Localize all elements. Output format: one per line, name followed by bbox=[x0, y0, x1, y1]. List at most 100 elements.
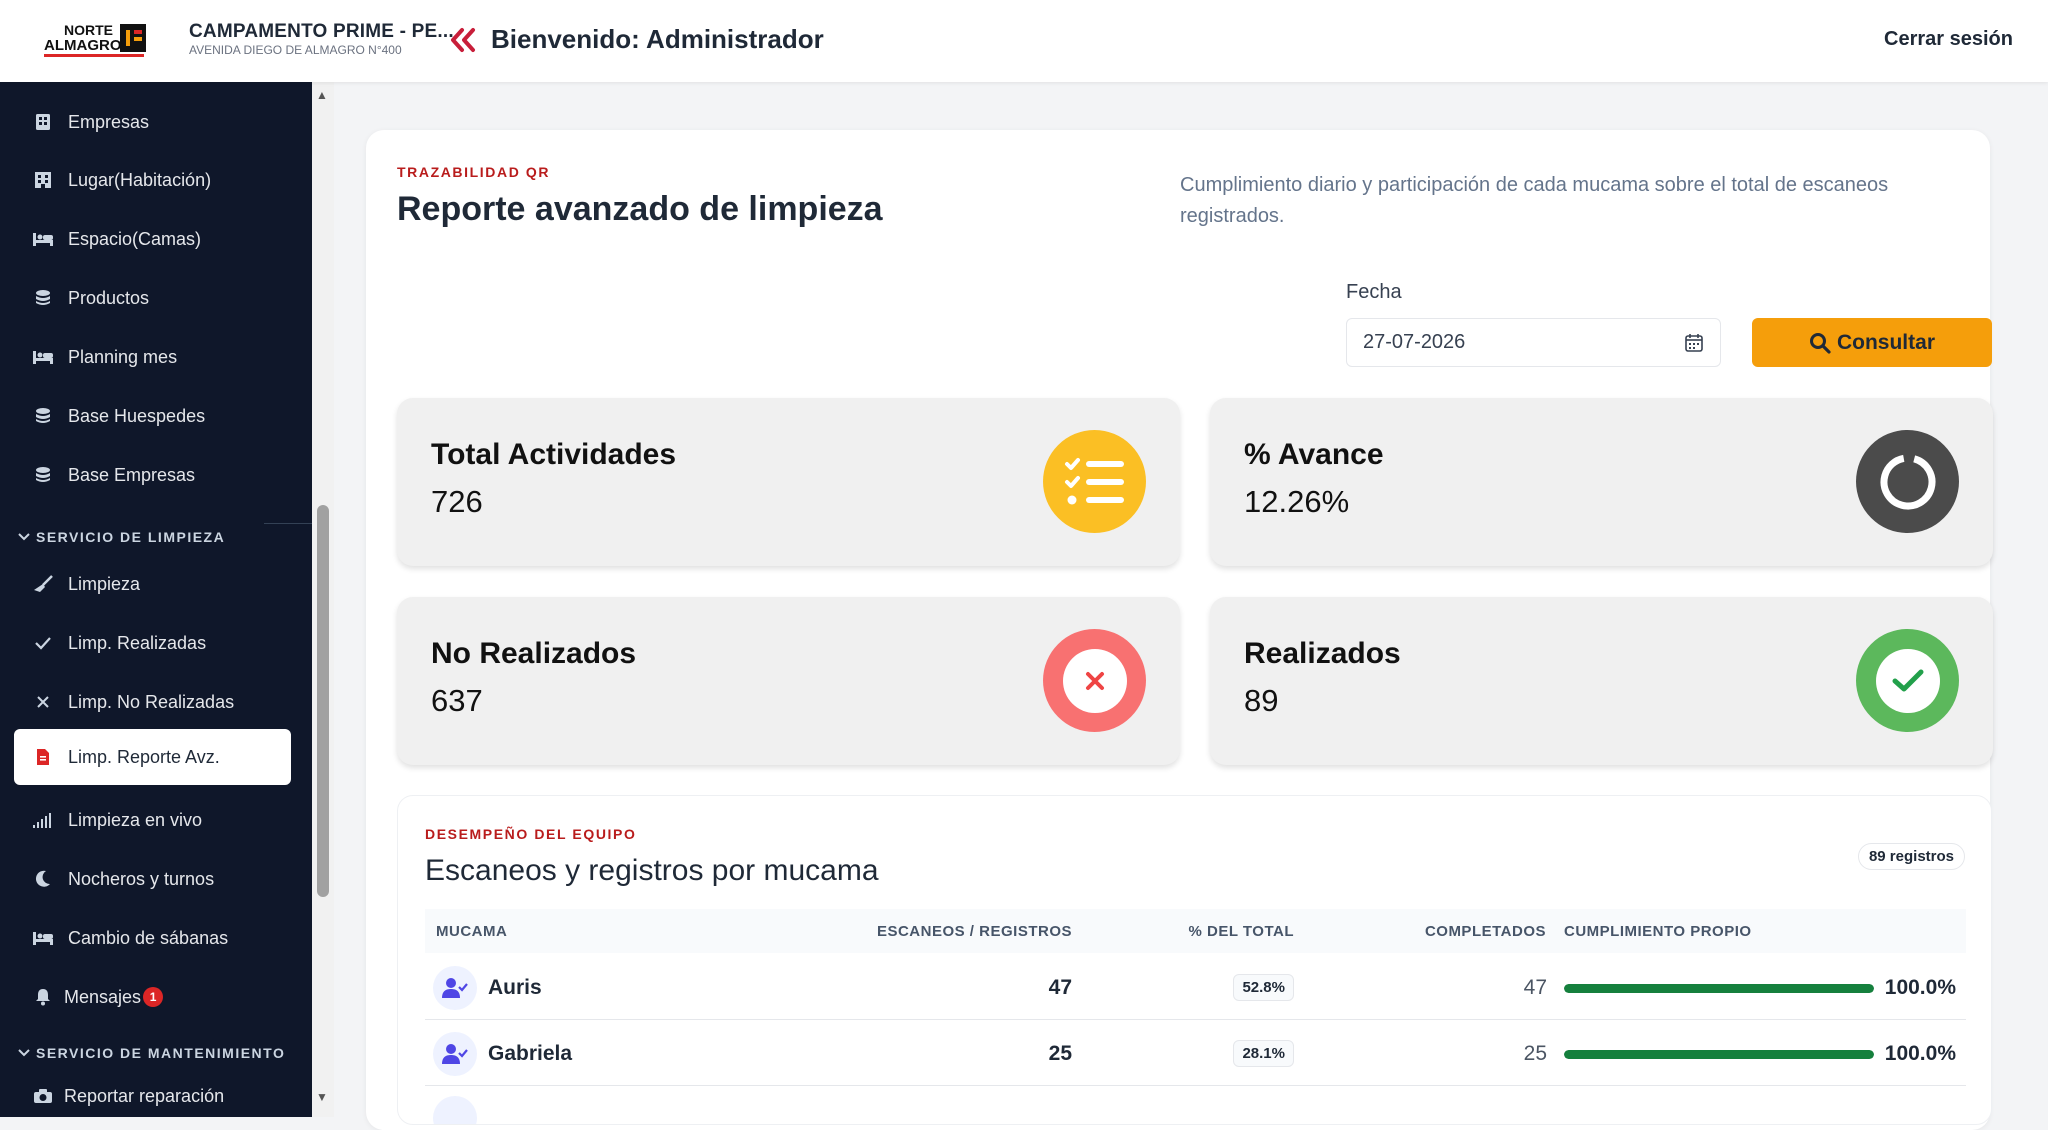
compliance-bar-fill bbox=[1564, 984, 1874, 993]
notification-badge: 1 bbox=[143, 987, 164, 1007]
sidebar-item-label: Espacio(Camas) bbox=[68, 228, 202, 249]
svg-text:ALMAGRO: ALMAGRO bbox=[44, 37, 122, 54]
moon-icon bbox=[30, 866, 56, 892]
company-logo: NORTE ALMAGRO bbox=[44, 22, 146, 57]
compliance-bar-fill bbox=[1564, 1050, 1874, 1059]
date-value: 27-07-2026 bbox=[1363, 331, 1466, 353]
section-label: SERVICIO DE MANTENIMIENTO bbox=[36, 1045, 286, 1061]
building-icon bbox=[30, 109, 56, 135]
stat-value: 637 bbox=[431, 683, 483, 718]
calendar-icon[interactable] bbox=[1684, 333, 1704, 353]
stat-no-realizados: No Realizados 637 bbox=[397, 597, 1180, 765]
compliance-bar bbox=[1564, 1050, 1874, 1059]
search-icon bbox=[1809, 332, 1831, 354]
hotel-icon bbox=[30, 167, 56, 193]
sidebar-item-empresas[interactable]: Empresas bbox=[14, 95, 291, 149]
sidebar-item-mensajes[interactable]: Mensajes 1 bbox=[14, 970, 291, 1024]
stat-value: 726 bbox=[431, 484, 483, 519]
sidebar-item-productos[interactable]: Productos bbox=[14, 271, 291, 325]
team-title: Escaneos y registros por mucama bbox=[425, 854, 879, 887]
report-eyebrow: TRAZABILIDAD QR bbox=[397, 164, 551, 180]
chevron-down-icon bbox=[18, 533, 30, 541]
sidebar-item-label: Limpieza bbox=[68, 573, 141, 594]
scans-count: 47 bbox=[1048, 976, 1072, 999]
sidebar-item-label: Planning mes bbox=[68, 346, 178, 367]
table-row[interactable]: Gabriela 25 28.1% 25 100.0% bbox=[425, 1020, 1966, 1086]
sidebar-item-label: Limpieza en vivo bbox=[68, 809, 203, 830]
scroll-down-arrow-icon[interactable]: ▼ bbox=[316, 1090, 328, 1104]
signal-icon bbox=[30, 807, 56, 833]
sidebar-item-cambio-sabanas[interactable]: Cambio de sábanas bbox=[14, 911, 291, 965]
sidebar-item-label: Base Empresas bbox=[68, 464, 196, 485]
sidebar-menu: Empresas Lugar(Habitación) Espacio(Camas… bbox=[0, 82, 312, 1117]
section-cleaning-header[interactable]: SERVICIO DE LIMPIEZA bbox=[16, 523, 312, 545]
camp-address: AVENIDA DIEGO DE ALMAGRO N°400 bbox=[189, 43, 402, 57]
sidebar-item-reportar-reparacion[interactable]: Reportar reparación bbox=[14, 1069, 291, 1117]
sidebar-item-espacio[interactable]: Espacio(Camas) bbox=[14, 212, 291, 266]
sidebar-item-label: Mensajes bbox=[64, 986, 142, 1007]
team-performance-panel: DESEMPEÑO DEL EQUIPO Escaneos y registro… bbox=[397, 795, 1992, 1125]
sidebar-item-limp-realizadas[interactable]: Limp. Realizadas bbox=[14, 616, 291, 670]
database-icon bbox=[30, 285, 56, 311]
sidebar-item-base-huespedes[interactable]: Base Huespedes bbox=[14, 389, 291, 443]
sidebar-item-base-empresas[interactable]: Base Empresas bbox=[14, 448, 291, 502]
sidebar-item-limpieza-en-vivo[interactable]: Limpieza en vivo bbox=[14, 793, 291, 847]
consult-label: Consultar bbox=[1836, 330, 1935, 354]
date-input[interactable]: 27-07-2026 bbox=[1346, 318, 1721, 367]
stat-value: 12.26% bbox=[1244, 484, 1350, 519]
file-icon bbox=[30, 744, 56, 770]
column-header: ESCANEOS / REGISTROS bbox=[876, 923, 1072, 940]
stat-avance: % Avance 12.26% bbox=[1210, 398, 1993, 566]
table-row[interactable] bbox=[425, 1086, 1966, 1124]
section-label: SERVICIO DE LIMPIEZA bbox=[36, 529, 226, 545]
completed-count: 25 bbox=[1523, 1042, 1547, 1065]
chevron-down-icon bbox=[18, 1049, 30, 1057]
stat-total-actividades: Total Actividades 726 bbox=[397, 398, 1180, 566]
compliance-value: 100.0% bbox=[1884, 976, 1956, 999]
bed-icon bbox=[30, 226, 56, 252]
database-icon bbox=[30, 403, 56, 429]
camera-icon bbox=[30, 1083, 56, 1109]
team-eyebrow: DESEMPEÑO DEL EQUIPO bbox=[425, 826, 637, 842]
sidebar-item-lugar[interactable]: Lugar(Habitación) bbox=[14, 153, 291, 207]
stat-label: Total Actividades bbox=[431, 438, 677, 471]
bed-icon bbox=[30, 344, 56, 370]
column-header: COMPLETADOS bbox=[1424, 923, 1546, 940]
sidebar-item-planning[interactable]: Planning mes bbox=[14, 330, 291, 384]
sidebar-item-limpieza[interactable]: Limpieza bbox=[14, 557, 291, 611]
x-circle-icon bbox=[1043, 629, 1146, 732]
stat-label: % Avance bbox=[1244, 438, 1384, 471]
compliance-value: 100.0% bbox=[1884, 1042, 1956, 1065]
bed-icon bbox=[30, 925, 56, 951]
scrollbar-thumb[interactable] bbox=[317, 505, 329, 897]
consult-button[interactable]: Consultar bbox=[1752, 318, 1992, 367]
welcome-title: Bienvenido: Administrador bbox=[491, 24, 824, 54]
sidebar-item-label: Limp. Reporte Avz. bbox=[68, 746, 220, 767]
sidebar-item-limp-no-realizadas[interactable]: Limp. No Realizadas bbox=[14, 675, 291, 729]
sidebar-item-limp-reporte-avz[interactable]: Limp. Reporte Avz. bbox=[14, 729, 291, 785]
section-maintenance-header[interactable]: SERVICIO DE MANTENIMIENTO bbox=[16, 1045, 285, 1061]
sidebar-item-nocheros[interactable]: Nocheros y turnos bbox=[14, 852, 291, 906]
top-bar: NORTE ALMAGRO CAMPAMENTO PRIME - PE... A… bbox=[0, 0, 2048, 82]
double-chevron-left-icon bbox=[451, 28, 475, 52]
stat-value: 89 bbox=[1244, 683, 1279, 718]
sidebar-item-label: Base Huespedes bbox=[68, 405, 206, 426]
logout-button[interactable]: Cerrar sesión bbox=[1884, 28, 2013, 51]
table-header: MUCAMA ESCANEOS / REGISTROS % DEL TOTAL … bbox=[425, 909, 1966, 953]
stat-label: No Realizados bbox=[431, 637, 637, 670]
scroll-up-arrow-icon[interactable]: ▲ bbox=[316, 88, 328, 102]
sidebar-item-label: Productos bbox=[68, 287, 150, 308]
stat-label: Realizados bbox=[1244, 637, 1401, 670]
sidebar-item-label: Cambio de sábanas bbox=[68, 927, 229, 948]
records-count-badge: 89 registros bbox=[1857, 843, 1965, 870]
bell-icon bbox=[30, 984, 56, 1010]
sidebar-item-label: Lugar(Habitación) bbox=[68, 169, 212, 190]
collapse-sidebar-button[interactable] bbox=[448, 25, 478, 55]
table-row[interactable]: Auris 47 52.8% 47 100.0% bbox=[425, 954, 1966, 1020]
pct-total-badge: 52.8% bbox=[1233, 974, 1294, 1001]
mucama-name: Auris bbox=[488, 976, 542, 999]
broom-icon bbox=[30, 571, 56, 597]
completed-count: 47 bbox=[1523, 976, 1547, 999]
report-description: Cumplimiento diario y participación de c… bbox=[1180, 174, 1889, 227]
check-icon bbox=[30, 630, 56, 656]
